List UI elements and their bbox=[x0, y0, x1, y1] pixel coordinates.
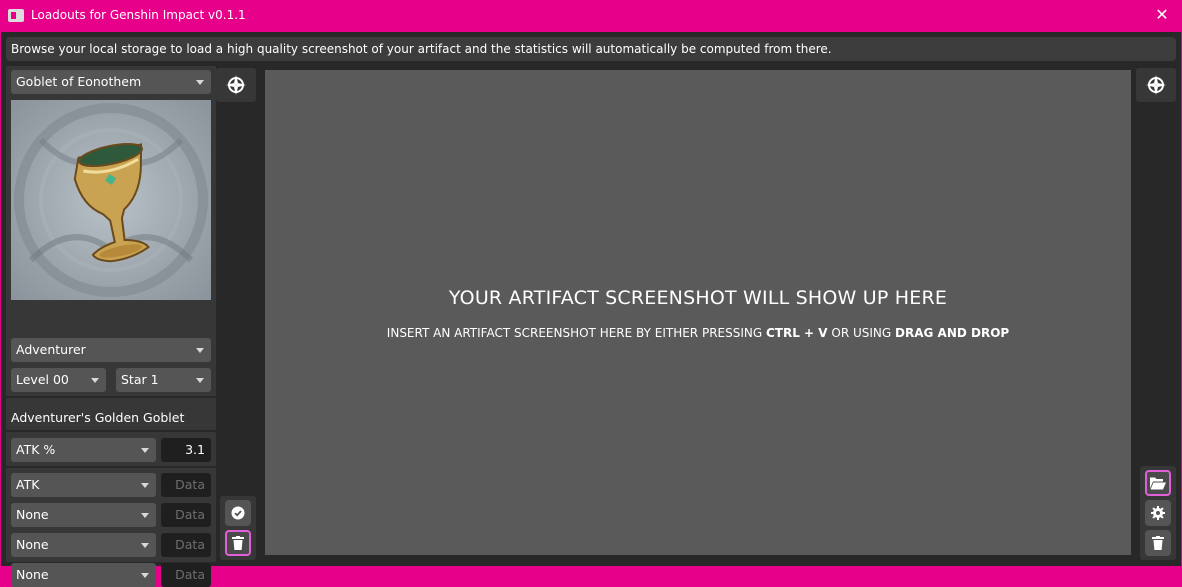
level-select[interactable]: Level 00 bbox=[11, 368, 106, 392]
chevron-down-icon bbox=[141, 513, 149, 518]
left-nav-button[interactable] bbox=[216, 68, 256, 102]
trash-icon bbox=[232, 536, 244, 550]
close-button[interactable]: ✕ bbox=[1152, 5, 1172, 25]
substat-value-3[interactable]: Data bbox=[161, 533, 211, 557]
compass-icon bbox=[226, 75, 246, 95]
artifact-type-select[interactable]: Goblet of Eonothem bbox=[11, 70, 211, 94]
artifact-name: Adventurer's Golden Goblet bbox=[11, 410, 185, 425]
substat-name: ATK bbox=[16, 477, 40, 492]
chevron-down-icon bbox=[91, 378, 99, 383]
substat-name: None bbox=[16, 567, 49, 582]
compass-icon bbox=[1146, 75, 1166, 95]
substat-select-2[interactable]: None bbox=[11, 503, 156, 527]
title-bar: Loadouts for Genshin Impact v0.1.1 ✕ bbox=[0, 0, 1182, 32]
instruction-middle: OR USING bbox=[827, 326, 896, 340]
artifact-image bbox=[11, 100, 211, 300]
chevron-down-icon bbox=[141, 483, 149, 488]
open-file-button[interactable] bbox=[1145, 470, 1171, 496]
dropzone-heading: YOUR ARTIFACT SCREENSHOT WILL SHOW UP HE… bbox=[448, 287, 948, 309]
trash-icon bbox=[1152, 536, 1164, 550]
chevron-down-icon bbox=[196, 348, 204, 353]
app-window: Browse your local storage to load a high… bbox=[1, 32, 1181, 587]
left-action-column bbox=[220, 496, 256, 560]
rarity-select[interactable]: Star 1 bbox=[116, 368, 211, 392]
artifact-type-value: Goblet of Eonothem bbox=[16, 74, 142, 89]
substat-select-1[interactable]: ATK bbox=[11, 473, 156, 497]
instruction-key: CTRL + V bbox=[765, 326, 828, 340]
substat-name: None bbox=[16, 507, 49, 522]
substat-value-2[interactable]: Data bbox=[161, 503, 211, 527]
main-stat-value[interactable]: 3.1 bbox=[161, 438, 211, 462]
divider bbox=[6, 396, 216, 398]
info-bar: Browse your local storage to load a high… bbox=[6, 37, 1176, 61]
rarity-value: Star 1 bbox=[121, 372, 159, 387]
dropzone-instructions: INSERT AN ARTIFACT SCREENSHOT HERE BY EI… bbox=[265, 326, 1131, 340]
substat-name: None bbox=[16, 537, 49, 552]
level-value: Level 00 bbox=[16, 372, 69, 387]
check-circle-icon bbox=[231, 506, 245, 520]
instruction-prefix: INSERT AN ARTIFACT SCREENSHOT HERE BY EI… bbox=[386, 326, 766, 340]
info-text: Browse your local storage to load a high… bbox=[11, 42, 832, 56]
right-action-column bbox=[1140, 466, 1176, 560]
chevron-down-icon bbox=[196, 378, 204, 383]
chevron-down-icon bbox=[141, 573, 149, 578]
chevron-down-icon bbox=[141, 543, 149, 548]
window-title: Loadouts for Genshin Impact v0.1.1 bbox=[31, 8, 246, 22]
right-nav-button[interactable] bbox=[1136, 68, 1176, 102]
main-stat-select[interactable]: ATK % bbox=[11, 438, 156, 462]
substat-select-3[interactable]: None bbox=[11, 533, 156, 557]
artifact-set-value: Adventurer bbox=[16, 342, 86, 357]
divider bbox=[6, 466, 216, 468]
folder-open-icon bbox=[1150, 477, 1166, 490]
clear-right-button[interactable] bbox=[1145, 530, 1171, 556]
substat-value-1[interactable]: Data bbox=[161, 473, 211, 497]
chevron-down-icon bbox=[196, 80, 204, 85]
screenshot-dropzone[interactable]: YOUR ARTIFACT SCREENSHOT WILL SHOW UP HE… bbox=[265, 70, 1131, 555]
artifact-set-select[interactable]: Adventurer bbox=[11, 338, 211, 362]
divider bbox=[6, 430, 216, 432]
confirm-button[interactable] bbox=[225, 500, 251, 526]
instruction-method: DRAG AND DROP bbox=[895, 326, 1010, 340]
golden-goblet-icon bbox=[14, 103, 208, 297]
chevron-down-icon bbox=[141, 448, 149, 453]
app-icon bbox=[8, 9, 24, 22]
gear-icon bbox=[1151, 506, 1165, 520]
artifact-panel: Goblet of Eonothem Adventurer Level 00 S… bbox=[6, 66, 216, 587]
main-stat-name: ATK % bbox=[16, 442, 56, 457]
settings-button[interactable] bbox=[1145, 500, 1171, 526]
clear-left-button[interactable] bbox=[225, 530, 251, 556]
